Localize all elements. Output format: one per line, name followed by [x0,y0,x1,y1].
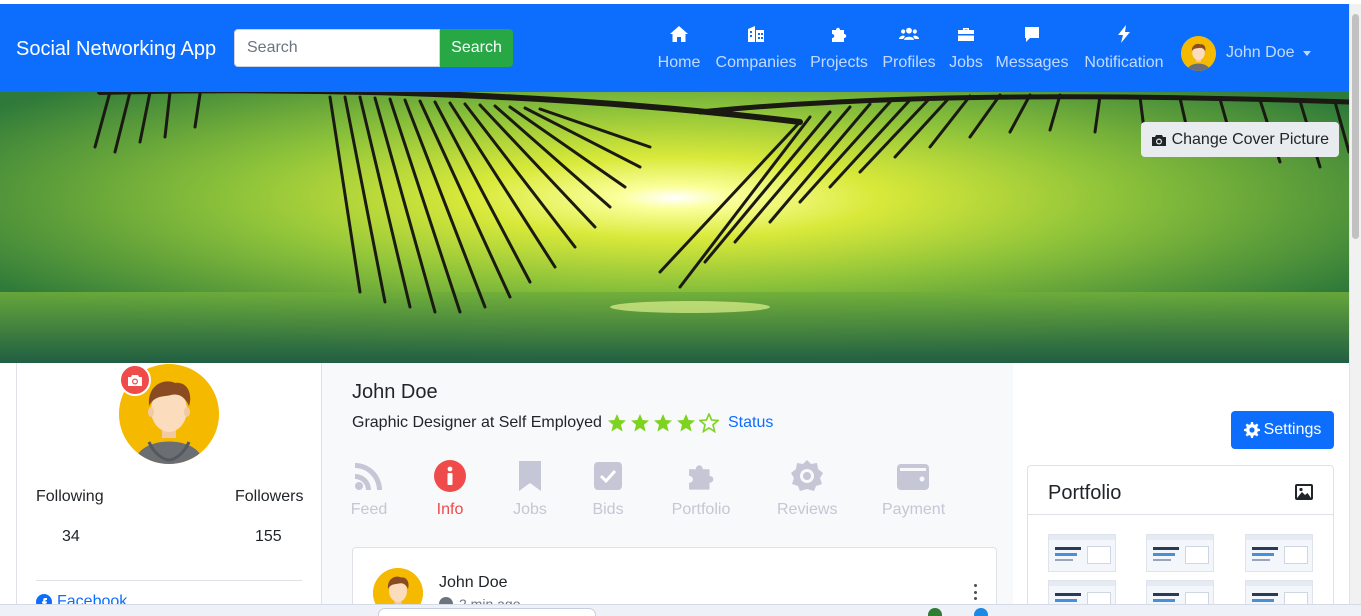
nav-item-projects[interactable]: Projects [809,24,869,76]
change-avatar-button[interactable] [119,364,151,396]
tab-feed[interactable]: Feed [348,459,390,519]
status-link[interactable]: Status [728,414,773,432]
top-navbar: Social Networking App Search Home Compan… [0,4,1349,92]
following-count[interactable]: 34 [62,528,80,546]
badge-icon [777,459,837,493]
followers-label: Followers [235,488,304,505]
star-filled-icon [654,414,672,432]
bookmark-icon [510,459,550,493]
change-cover-button[interactable]: Change Cover Picture [1140,122,1339,157]
nav-item-profiles[interactable]: Profiles [880,24,938,76]
profile-name: John Doe [352,381,438,403]
navbar-user-name: John Doe [1226,44,1295,61]
tab-portfolio[interactable]: Portfolio [670,459,732,519]
divider [36,580,302,581]
star-filled-icon [631,414,649,432]
star-empty-icon [699,413,719,433]
rss-icon [348,459,390,493]
users-icon [880,24,938,48]
tab-payment-label: Payment [882,501,946,518]
cover-picture: Change Cover Picture [0,92,1349,363]
info-icon [431,459,469,493]
star-filled-icon [677,414,695,432]
puzzle-icon [809,24,869,48]
browser-viewport: Social Networking App Search Home Compan… [0,0,1361,616]
image-icon[interactable] [1295,484,1313,500]
portfolio-title: Portfolio [1048,482,1122,504]
portfolio-thumbnail[interactable] [1048,534,1116,572]
nav-label-profiles: Profiles [882,54,936,71]
bolt-icon [1080,24,1168,48]
search-input[interactable] [234,29,440,67]
tab-jobs-label: Jobs [513,501,547,518]
camera-icon [1151,134,1166,146]
briefcase-icon [947,24,985,48]
tab-payment[interactable]: Payment [882,459,946,519]
profile-main: John Doe Graphic Designer at Self Employ… [322,363,1013,616]
tab-info-label: Info [436,501,464,518]
message-icon [994,24,1070,48]
post-author[interactable]: John Doe [439,574,508,592]
search-button[interactable]: Search [440,29,513,67]
taskbar-app-icon[interactable] [974,608,988,616]
more-options-icon[interactable] [972,584,978,600]
followers-count[interactable]: 155 [255,528,282,546]
taskbar-app-icon[interactable] [928,608,942,616]
nav-label-projects: Projects [810,54,868,71]
tab-reviews-label: Reviews [777,501,838,518]
nav-item-notification[interactable]: Notification [1080,24,1168,76]
portfolio-thumbnail[interactable] [1146,534,1214,572]
nav-item-home[interactable]: Home [655,24,703,76]
profile-sidebar-card: Following Followers 34 155 Facebook [16,363,322,616]
rating-stars [607,413,722,433]
profile-headline: Graphic Designer at Self Employed [352,414,602,431]
nav-label-home: Home [657,54,701,71]
os-taskbar [0,604,1361,616]
user-menu-dropdown[interactable]: John Doe [1181,35,1311,71]
wallet-icon [882,459,944,493]
tab-bids-label: Bids [592,501,624,518]
tab-bids[interactable]: Bids [590,459,626,519]
home-icon [655,24,703,48]
tab-reviews[interactable]: Reviews [777,459,837,519]
navbar-brand[interactable]: Social Networking App [16,38,216,61]
building-icon [714,24,798,48]
divider [1028,514,1333,515]
tab-feed-label: Feed [350,501,388,518]
tab-info[interactable]: Info [431,459,469,519]
portfolio-thumbnail[interactable] [1245,534,1313,572]
page-scrollbar[interactable] [1349,4,1361,616]
avatar [1181,35,1216,71]
settings-label: Settings [1263,421,1322,438]
tab-jobs[interactable]: Jobs [510,459,550,519]
gear-icon [1243,422,1260,438]
right-sidebar: Settings Portfolio [1013,363,1349,616]
scrollbar-thumb[interactable] [1352,14,1359,239]
star-filled-icon [608,414,626,432]
nav-label-messages: Messages [995,54,1069,71]
nav-item-companies[interactable]: Companies [714,24,798,76]
nav-item-jobs[interactable]: Jobs [947,24,985,76]
camera-icon [128,375,142,386]
checkbox-icon [590,459,626,493]
nav-item-messages[interactable]: Messages [994,24,1070,76]
taskbar-search-box[interactable] [378,608,596,616]
change-cover-label: Change Cover Picture [1171,130,1329,148]
chevron-down-icon [1302,50,1311,56]
settings-button[interactable]: Settings [1231,411,1334,449]
tab-portfolio-label: Portfolio [671,501,731,518]
nav-label-jobs: Jobs [949,54,983,71]
portfolio-card: Portfolio [1027,465,1334,616]
puzzle-icon [670,459,732,493]
nav-label-notification: Notification [1084,54,1164,71]
nav-label-companies: Companies [715,54,797,71]
following-label: Following [36,488,104,505]
